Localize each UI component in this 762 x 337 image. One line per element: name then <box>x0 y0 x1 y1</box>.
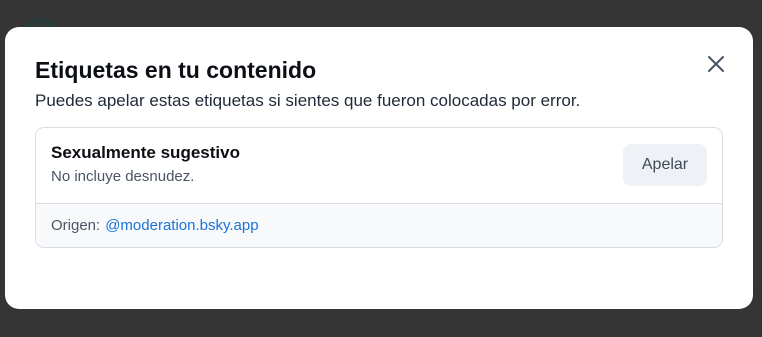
close-icon <box>708 56 724 72</box>
label-card-header: Sexualmente sugestivo No incluye desnude… <box>36 128 722 203</box>
source-handle-link[interactable]: @moderation.bsky.app <box>105 217 258 234</box>
appeal-button[interactable]: Apelar <box>623 143 707 186</box>
labels-dialog: Etiquetas en tu contenido Puedes apelar … <box>5 27 753 309</box>
label-description: No incluye desnudez. <box>51 168 195 185</box>
label-card: Sexualmente sugestivo No incluye desnude… <box>35 127 723 248</box>
label-name: Sexualmente sugestivo <box>51 143 240 162</box>
label-source-row: Origen: @moderation.bsky.app <box>36 203 722 247</box>
dialog-title: Etiquetas en tu contenido <box>35 57 317 83</box>
close-button[interactable] <box>703 51 729 77</box>
dialog-subtitle: Puedes apelar estas etiquetas si sientes… <box>35 91 581 110</box>
label-info: Sexualmente sugestivo No incluye desnude… <box>51 142 240 187</box>
source-prefix: Origen: <box>51 217 101 234</box>
